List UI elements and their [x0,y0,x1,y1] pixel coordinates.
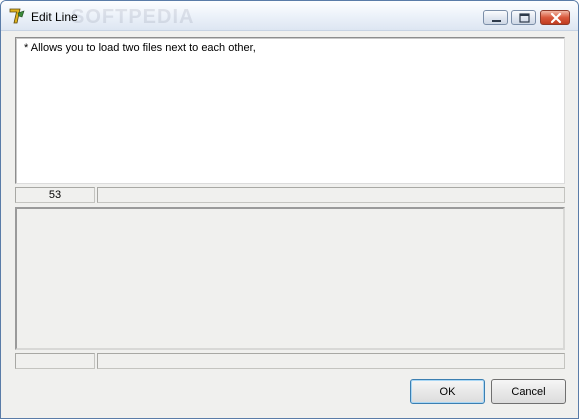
watermark: SOFTPEDIA [71,6,195,28]
comparison-panel[interactable] [15,207,565,350]
top-character-count: 53 [15,187,95,203]
line-text: * Allows you to load two files next to e… [24,42,256,54]
app-logo-icon [8,7,26,25]
top-status-info [97,187,565,203]
ok-button[interactable]: OK [410,379,485,404]
edit-line-window: SOFTPEDIA Edit Line * Allows you to load… [0,0,579,419]
close-button[interactable] [540,10,570,25]
window-title: Edit Line [31,10,78,24]
maximize-button[interactable] [511,10,536,25]
bottom-status-info [97,353,565,369]
top-status-bar: 53 [15,187,565,203]
cancel-button[interactable]: Cancel [491,379,566,404]
bottom-status-bar [15,353,565,369]
minimize-button[interactable] [483,10,508,25]
minimize-icon [492,20,501,22]
maximize-icon [519,13,530,23]
bottom-character-count [15,353,95,369]
close-icon [550,12,562,24]
line-edit-textarea[interactable]: * Allows you to load two files next to e… [15,37,565,184]
title-bar[interactable]: SOFTPEDIA Edit Line [1,1,578,31]
